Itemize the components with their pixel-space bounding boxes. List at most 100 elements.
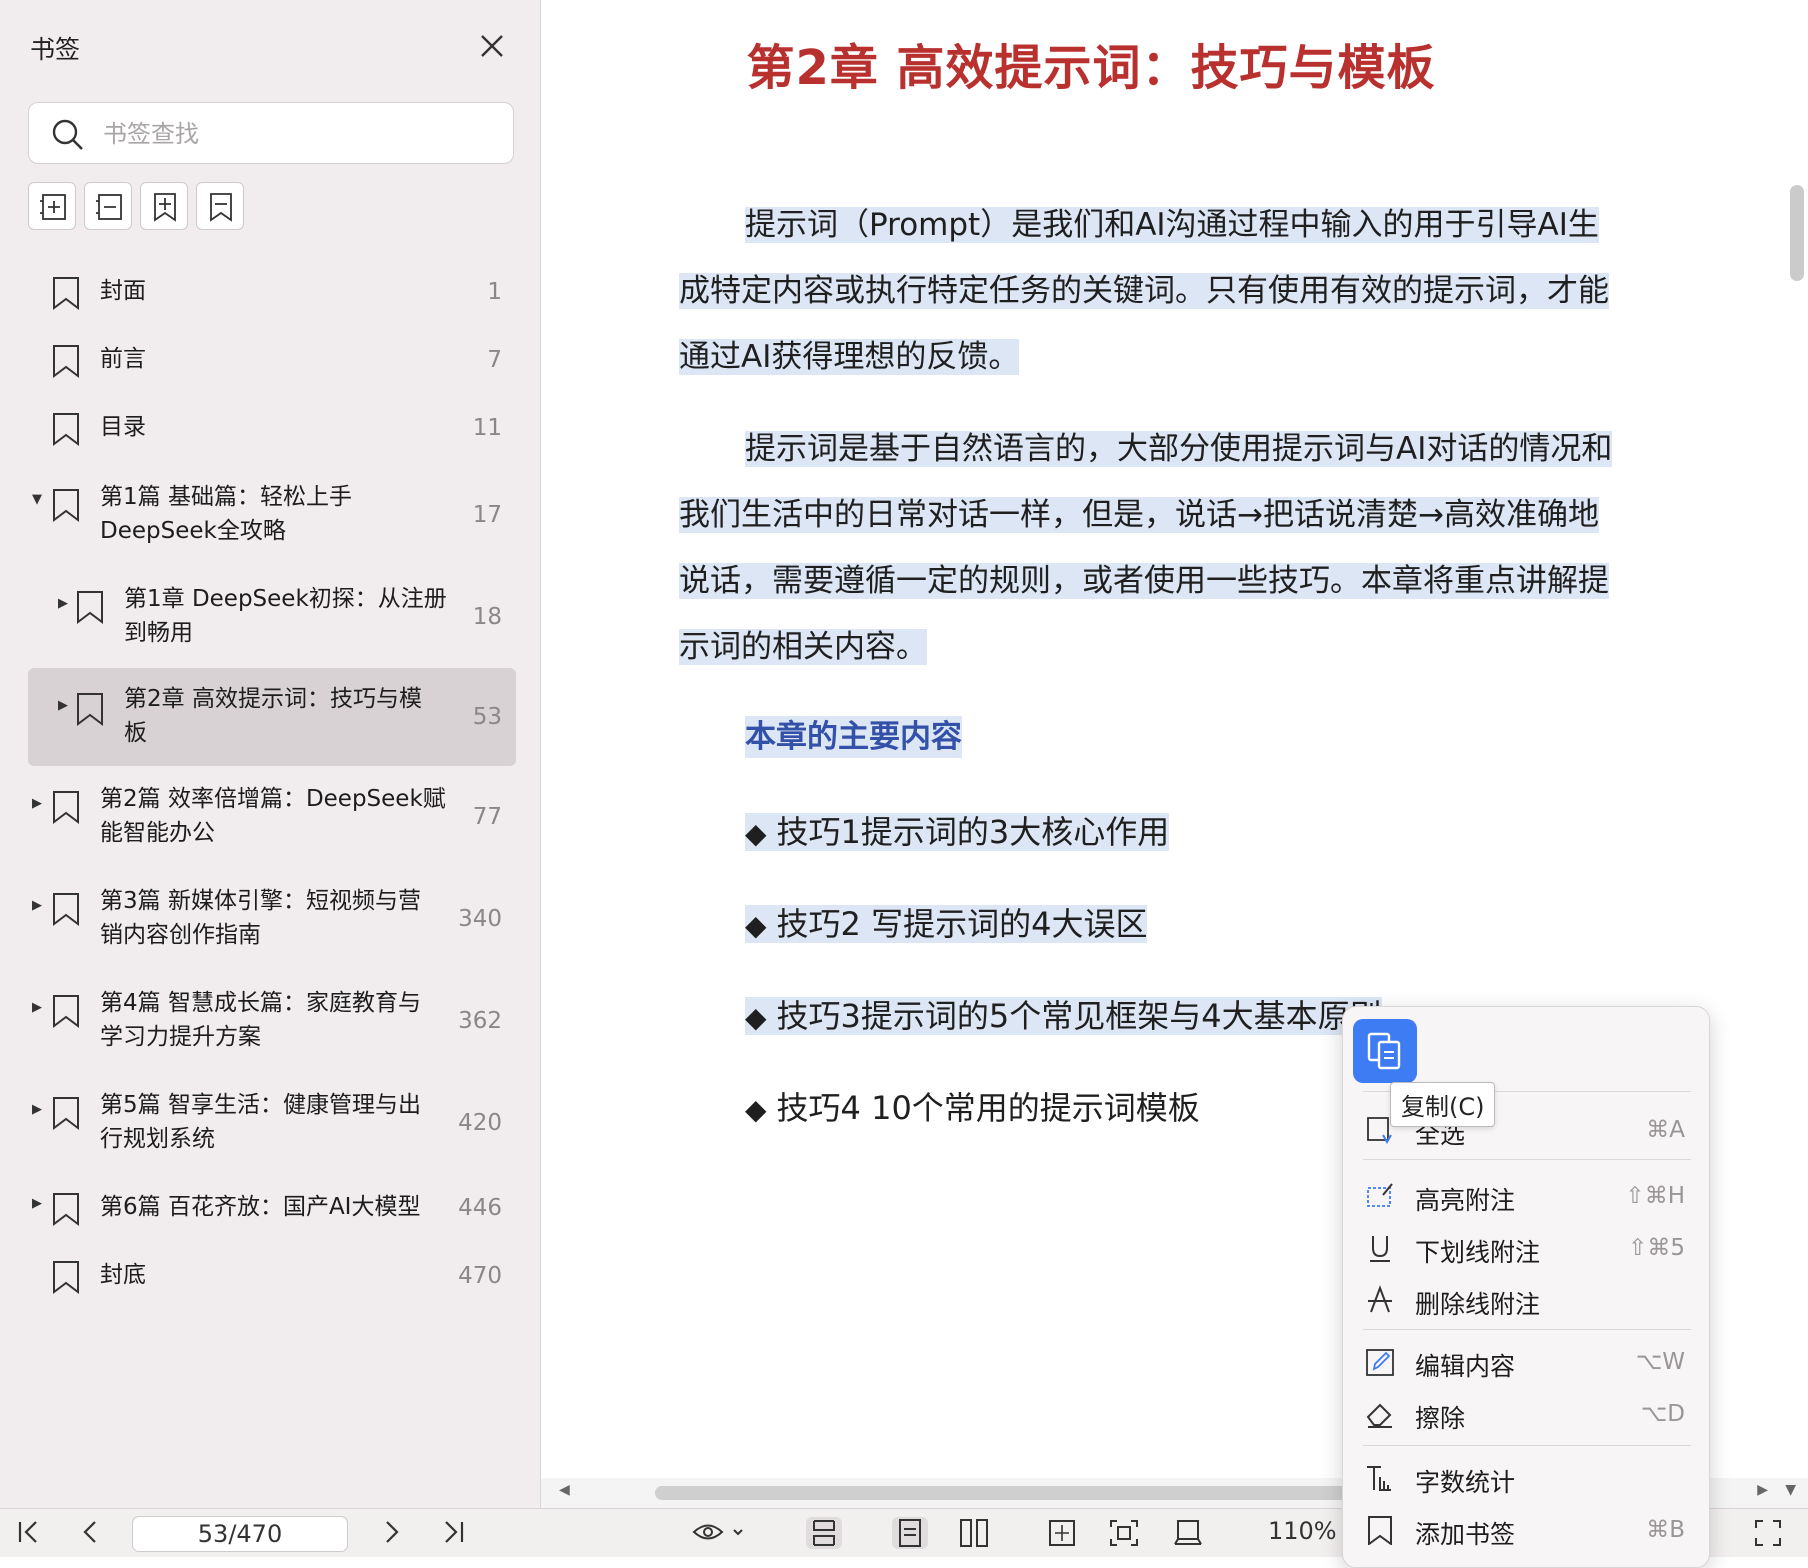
bookmark-icon	[53, 413, 79, 446]
expand-all-button[interactable]	[28, 182, 76, 230]
bookmark-icon	[53, 489, 79, 522]
bookmark-item[interactable]: ▶ 第1章 DeepSeek初探：从注册 到畅用 18	[28, 566, 516, 668]
bookmark-item[interactable]: 封面 1	[28, 258, 516, 326]
page-number-input[interactable]: 53/470	[132, 1516, 348, 1552]
sidebar-title: 书签	[30, 35, 81, 64]
menu-item-highlight[interactable]: 高亮附注 ⇧⌘H	[1343, 1173, 1709, 1221]
scroll-left-icon[interactable]: ◀	[559, 1482, 570, 1498]
search-icon	[52, 119, 83, 150]
scroll-thumb[interactable]	[655, 1486, 1355, 1500]
collapse-all-button[interactable]	[84, 182, 132, 230]
remove-bookmark-button[interactable]	[196, 182, 244, 230]
bookmark-page: 362	[458, 1008, 502, 1034]
copy-button[interactable]	[1353, 1019, 1417, 1083]
bookmark-label-line2: 行规划系统	[100, 1126, 215, 1152]
fit-page-icon[interactable]	[1106, 1517, 1142, 1549]
zoom-level[interactable]: 110%	[1268, 1517, 1337, 1545]
collapsed-arrow-icon[interactable]: ▶	[58, 698, 72, 713]
previous-page-icon[interactable]	[76, 1517, 106, 1547]
menu-item-shortcut: ⇧⌘5	[1628, 1235, 1685, 1261]
underline-icon	[1370, 1236, 1390, 1262]
bookmark-icon	[77, 693, 103, 726]
view-mode-eye-icon[interactable]	[692, 1517, 748, 1547]
bookmark-icon	[53, 277, 79, 310]
paragraph-line[interactable]: 通过AI获得理想的反馈。	[679, 339, 1020, 375]
paragraph-line[interactable]: 我们生活中的日常对话一样，但是，说话→把话说清楚→高效准确地	[679, 497, 1599, 533]
menu-item-label: 下划线附注	[1415, 1238, 1541, 1267]
close-icon[interactable]	[476, 30, 508, 62]
first-page-icon[interactable]	[14, 1517, 44, 1547]
bookmark-item[interactable]: ▼ 第1篇 基础篇：轻松上手 DeepSeek全攻略 17	[28, 462, 516, 566]
scroll-right-icon[interactable]: ▶	[1757, 1482, 1768, 1498]
bookmark-item[interactable]: ▶ 第6篇 百花齐放：国产AI大模型 446	[28, 1174, 516, 1242]
bookmark-page: 11	[472, 415, 502, 441]
bookmark-icon	[53, 1261, 79, 1294]
bookmark-item[interactable]: ▶ 第5篇 智享生活：健康管理与出 行规划系统 420	[28, 1072, 516, 1174]
bookmark-list: 封面 1 前言 7 目录 11 ▼ 第1篇 基础篇：轻松上手 DeepSeek全…	[28, 258, 516, 1310]
bookmark-label: 第6篇 百花齐放：国产AI大模型	[100, 1194, 421, 1220]
menu-item-label: 擦除	[1415, 1404, 1466, 1433]
bookmark-page: 18	[472, 604, 502, 630]
section-heading[interactable]: 本章的主要内容	[745, 716, 962, 758]
last-page-icon[interactable]	[438, 1517, 468, 1547]
bookmark-item[interactable]: 封底 470	[28, 1242, 516, 1310]
collapsed-arrow-icon[interactable]: ▶	[32, 1000, 46, 1015]
bookmark-label: 前言	[100, 346, 146, 372]
continuous-scroll-icon[interactable]	[806, 1517, 842, 1549]
bookmark-item[interactable]: 前言 7	[28, 326, 516, 394]
collapsed-arrow-icon[interactable]: ▶	[32, 1102, 46, 1117]
collapsed-arrow-icon[interactable]: ▶	[32, 1196, 46, 1211]
bookmark-icon	[53, 995, 79, 1028]
add-bookmark-button[interactable]	[140, 182, 188, 230]
two-page-icon[interactable]	[956, 1517, 992, 1549]
search-input[interactable]	[101, 115, 495, 153]
paragraph-line[interactable]: 提示词是基于自然语言的，大部分使用提示词与AI对话的情况和	[745, 431, 1613, 467]
bookmark-icon	[53, 791, 79, 824]
vertical-scrollbar[interactable]	[1790, 185, 1804, 281]
bullet-text: 技巧2 写提示词的4大误区	[776, 905, 1148, 943]
expanded-arrow-icon[interactable]: ▼	[32, 492, 46, 507]
single-page-icon[interactable]	[892, 1517, 928, 1549]
menu-item-add-bookmark[interactable]: 添加书签 ⌘B	[1343, 1507, 1709, 1555]
bookmark-item[interactable]: ▶ 第4篇 智慧成长篇：家庭教育与 学习力提升方案 362	[28, 970, 516, 1072]
bookmark-label-line2: 板	[124, 720, 147, 746]
menu-item-erase[interactable]: 擦除 ⌥D	[1343, 1391, 1709, 1439]
rotate-page-icon[interactable]	[1170, 1517, 1206, 1549]
paragraph-line[interactable]: 提示词（Prompt）是我们和AI沟通过程中输入的用于引导AI生	[745, 207, 1599, 243]
paragraph-line[interactable]: 成特定内容或执行特定任务的关键词。只有使用有效的提示词，才能	[679, 273, 1609, 309]
bullet-item[interactable]: ◆ 技巧1提示词的3大核心作用	[745, 811, 1170, 855]
menu-item-strikethrough[interactable]: 删除线附注	[1343, 1277, 1709, 1325]
bookmark-item[interactable]: ▶ 第2篇 效率倍增篇：DeepSeek赋 能智能办公 77	[28, 766, 516, 868]
remove-bookmark-icon	[210, 193, 232, 222]
bullet-item[interactable]: ◆ 技巧3提示词的5个常见框架与4大基本原则	[745, 995, 1382, 1039]
bullet-item[interactable]: ◆ 技巧2 写提示词的4大误区	[745, 903, 1148, 947]
menu-item-label: 高亮附注	[1415, 1186, 1516, 1215]
edit-icon	[1366, 1349, 1394, 1376]
menu-item-word-count[interactable]: 字数统计	[1343, 1455, 1709, 1503]
bullet-item[interactable]: ◆ 技巧4 10个常用的提示词模板	[745, 1087, 1200, 1131]
bookmark-icon	[53, 1097, 79, 1130]
bookmark-label: 目录	[100, 414, 146, 440]
bullet-text: 技巧4 10个常用的提示词模板	[776, 1089, 1200, 1127]
fullscreen-icon[interactable]	[1752, 1517, 1784, 1549]
collapsed-arrow-icon[interactable]: ▶	[32, 898, 46, 913]
bookmark-item[interactable]: 目录 11	[28, 394, 516, 462]
bookmark-item-active[interactable]: ▶ 第2章 高效提示词：技巧与模 板 53	[28, 668, 516, 766]
paragraph-line[interactable]: 说话，需要遵循一定的规则，或者使用一些技巧。本章将重点讲解提	[679, 563, 1609, 599]
next-page-icon[interactable]	[376, 1517, 406, 1547]
eraser-icon	[1366, 1403, 1392, 1428]
paragraph-line[interactable]: 示词的相关内容。	[679, 629, 927, 665]
bookmark-label: 第2章 高效提示词：技巧与模	[124, 686, 422, 712]
menu-item-label: 编辑内容	[1415, 1352, 1516, 1381]
menu-item-underline[interactable]: 下划线附注 ⇧⌘5	[1343, 1225, 1709, 1273]
collapsed-arrow-icon[interactable]: ▶	[32, 796, 46, 811]
menu-item-shortcut: ⇧⌘H	[1625, 1183, 1685, 1209]
scroll-down-icon[interactable]: ▼	[1785, 1482, 1796, 1498]
bookmark-search[interactable]	[28, 102, 514, 164]
bookmark-label: 第1章 DeepSeek初探：从注册	[124, 586, 447, 612]
collapsed-arrow-icon[interactable]: ▶	[58, 596, 72, 611]
menu-item-edit-content[interactable]: 编辑内容 ⌥W	[1343, 1339, 1709, 1387]
bookmark-page: 420	[458, 1110, 502, 1136]
bookmark-item[interactable]: ▶ 第3篇 新媒体引擎：短视频与营 销内容创作指南 340	[28, 868, 516, 970]
fit-width-icon[interactable]	[1044, 1517, 1080, 1549]
